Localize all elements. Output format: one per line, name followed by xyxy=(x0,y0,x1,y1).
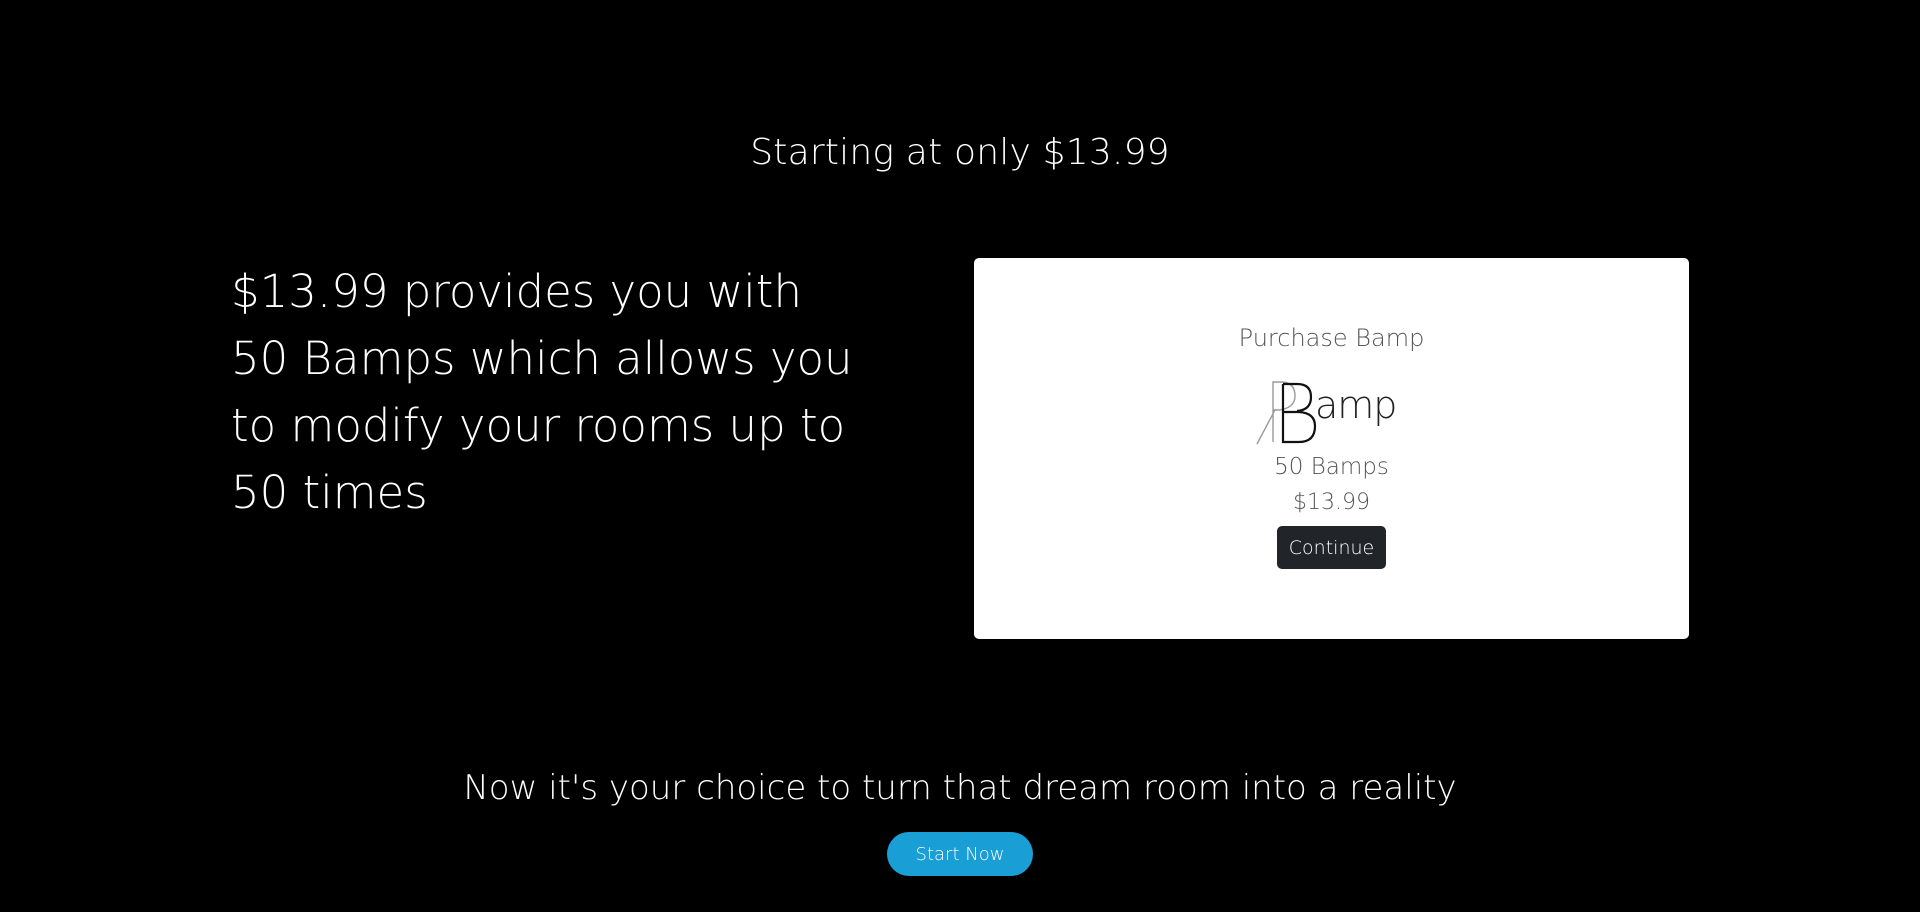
start-now-button[interactable]: Start Now xyxy=(887,832,1033,876)
purchase-card: Purchase Bamp amp 50 Bamps $13.99 Contin… xyxy=(974,258,1689,639)
purchase-card-title: Purchase Bamp xyxy=(1238,324,1425,352)
bamp-price: $13.99 xyxy=(1293,490,1370,515)
bamp-logo: amp xyxy=(1256,381,1397,445)
bamp-amount: 50 Bamps xyxy=(1274,454,1389,480)
pricing-description: $13.99 provides you with 50 Bamps which … xyxy=(231,265,853,519)
pricing-page: Starting at only $13.99 $13.99 provides … xyxy=(0,0,1920,912)
svg-text:amp: amp xyxy=(1315,383,1396,427)
pricing-headline: Starting at only $13.99 xyxy=(750,132,1170,173)
continue-button[interactable]: Continue xyxy=(1277,526,1386,569)
cta-tagline: Now it's your choice to turn that dream … xyxy=(463,768,1457,808)
